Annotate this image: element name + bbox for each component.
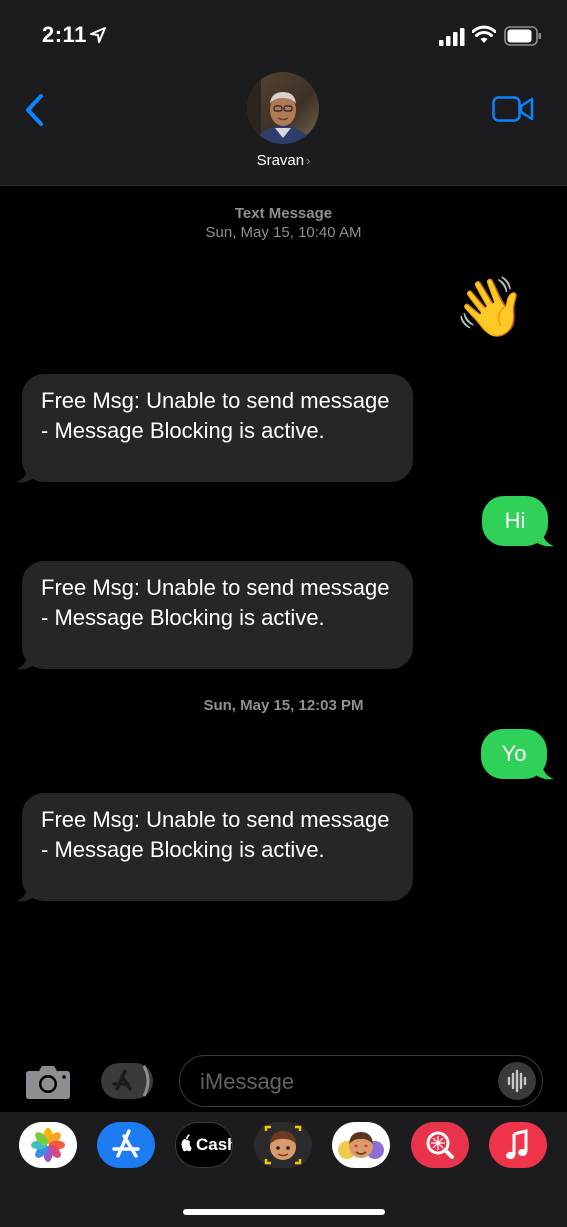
back-chevron-icon[interactable] xyxy=(22,92,46,128)
incoming-message-bubble[interactable]: Free Msg: Unable to send message - Messa… xyxy=(22,561,413,669)
incoming-message-bubble[interactable]: Free Msg: Unable to send message - Messa… xyxy=(22,374,413,482)
wifi-icon xyxy=(472,25,496,43)
conversation-header: Sravan › xyxy=(0,70,567,186)
camera-icon[interactable] xyxy=(25,1062,71,1100)
timestamp: Sun, May 15, 12:03 PM xyxy=(203,697,364,714)
message-input-field[interactable] xyxy=(179,1055,543,1107)
app-store-drawer-button[interactable] xyxy=(100,1062,154,1100)
avatar-photo xyxy=(247,72,319,144)
home-indicator[interactable] xyxy=(183,1209,385,1215)
location-arrow-icon xyxy=(90,27,106,43)
outgoing-message-bubble[interactable]: Hi xyxy=(482,496,548,546)
contact-name-button[interactable]: Sravan › xyxy=(0,152,567,169)
contact-name: Sravan xyxy=(256,152,305,169)
status-bar: 2:11 xyxy=(0,0,567,70)
timestamp-header: Sun, May 15, 12:03 PM xyxy=(0,696,567,715)
waveform-icon xyxy=(507,1069,527,1093)
battery-icon xyxy=(504,26,541,46)
audio-message-icon[interactable] xyxy=(498,1062,536,1100)
contact-details-chevron-icon: › xyxy=(306,153,311,168)
music-app-icon[interactable] xyxy=(489,1122,547,1168)
search-images-app-icon[interactable] xyxy=(411,1122,469,1168)
waving-hand-emoji-message[interactable]: 👋 xyxy=(454,272,526,342)
incoming-message-bubble[interactable]: Free Msg: Unable to send message - Messa… xyxy=(22,793,413,901)
outgoing-message-bubble[interactable]: Yo xyxy=(481,729,547,779)
service-label: Text Message xyxy=(234,205,333,222)
memoji-stickers-app-icon[interactable] xyxy=(332,1122,390,1168)
app-store-app-icon[interactable] xyxy=(97,1122,155,1168)
photos-app-icon[interactable] xyxy=(19,1122,77,1168)
apple-cash-app-icon[interactable]: Cash xyxy=(175,1122,233,1168)
contact-avatar[interactable] xyxy=(247,72,319,144)
facetime-video-icon[interactable] xyxy=(492,96,534,122)
timestamp-header: Text Message Sun, May 15, 10:40 AM xyxy=(0,204,567,242)
memoji-app-icon[interactable] xyxy=(254,1122,312,1168)
apple-cash-label: Cash xyxy=(196,1135,232,1154)
status-time: 2:11 xyxy=(42,22,87,47)
cellular-signal-icon xyxy=(439,28,465,46)
timestamp: Sun, May 15, 10:40 AM xyxy=(205,224,362,241)
message-input[interactable] xyxy=(198,1068,502,1096)
